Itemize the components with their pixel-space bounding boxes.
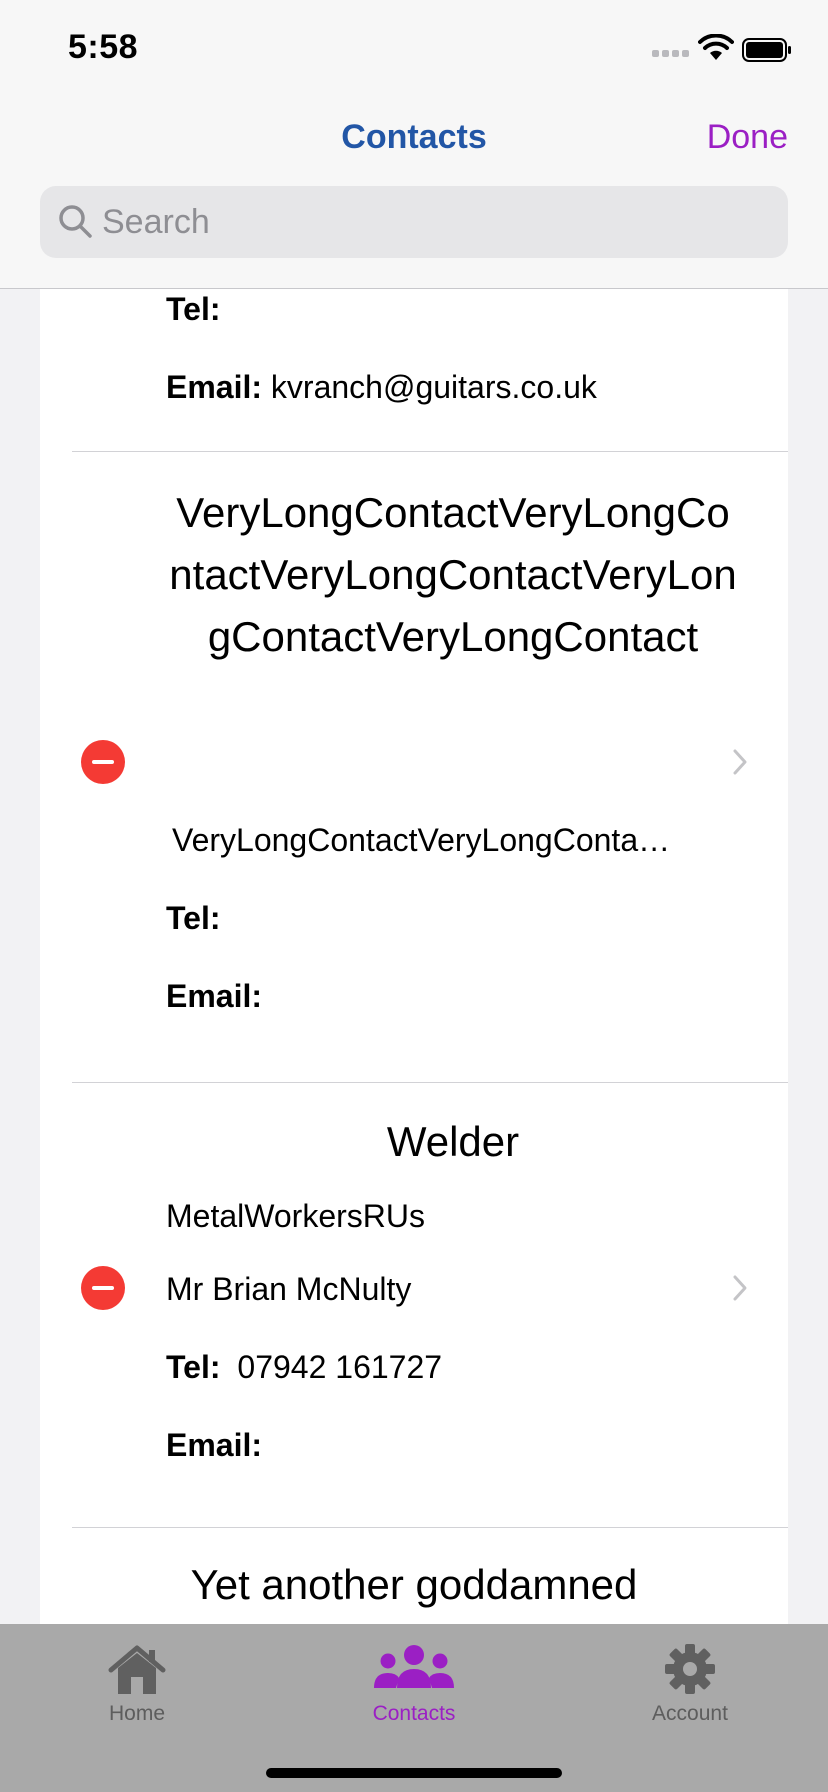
contact-row[interactable]: Yet another goddamned [40, 1528, 788, 1624]
navigation-bar: Contacts Done [0, 100, 828, 289]
tab-bar: Home Contacts Account [0, 1624, 828, 1792]
contact-email: Email: [166, 1427, 262, 1464]
contact-list-card: Tel: Email: kvranch@guitars.co.uk VeryLo… [40, 289, 788, 1624]
email-label: Email: [166, 369, 263, 405]
cellular-signal-icon [652, 50, 692, 60]
chevron-right-icon[interactable] [730, 1273, 750, 1303]
page-title: Contacts [341, 118, 487, 156]
delete-button[interactable] [81, 740, 125, 784]
contact-email: Email: [166, 978, 262, 1015]
contact-list[interactable]: Tel: Email: kvranch@guitars.co.uk VeryLo… [0, 289, 828, 1624]
contact-row[interactable]: Tel: Email: kvranch@guitars.co.uk [40, 289, 788, 452]
search-input[interactable] [102, 186, 762, 258]
tab-home-label: Home [108, 1702, 166, 1725]
contact-email: Email: kvranch@guitars.co.uk [166, 369, 597, 406]
contact-name: Welder [386, 1118, 520, 1165]
status-bar: 5:58 [0, 0, 828, 100]
tab-home[interactable]: Home [37, 1634, 237, 1744]
tel-label: Tel: [166, 900, 221, 936]
tel-label: Tel: [166, 1349, 221, 1385]
tab-account-label: Account [652, 1702, 728, 1725]
wifi-icon [698, 34, 734, 60]
tel-label: Tel: [166, 291, 221, 327]
done-button[interactable]: Done [707, 118, 788, 157]
tel-value: 07942 161727 [237, 1349, 443, 1385]
contact-person: Mr Brian McNulty [166, 1271, 412, 1307]
tab-contacts[interactable]: Contacts [314, 1634, 514, 1744]
contact-person: VeryLongContactVeryLongConta… [172, 822, 671, 858]
contact-tel: Tel: 07942 161727 [166, 1349, 442, 1386]
status-time: 5:58 [68, 28, 139, 66]
email-value: kvranch@guitars.co.uk [270, 369, 597, 405]
contact-name: Yet another goddamned [190, 1561, 638, 1608]
delete-button[interactable] [81, 1266, 125, 1310]
gear-icon [665, 1644, 715, 1694]
search-icon [59, 205, 92, 238]
tab-contacts-label: Contacts [372, 1702, 456, 1725]
tab-account[interactable]: Account [590, 1634, 790, 1744]
contact-name: VeryLongContactVeryLongContactVeryLongCo… [169, 489, 737, 660]
home-indicator [266, 1768, 562, 1778]
email-label: Email: [166, 978, 263, 1014]
chevron-right-icon[interactable] [730, 747, 750, 777]
battery-icon [742, 38, 791, 62]
contact-tel: Tel: [166, 900, 221, 937]
contact-row[interactable]: VeryLongContactVeryLongContactVeryLongCo… [40, 452, 788, 1082]
search-bar[interactable] [40, 186, 788, 258]
contact-row[interactable]: Welder MetalWorkersRUs Mr Brian McNulty … [40, 1083, 788, 1527]
contact-company: MetalWorkersRUs [166, 1198, 425, 1234]
house-icon [108, 1645, 166, 1694]
contact-tel: Tel: [166, 291, 221, 328]
people-icon [374, 1645, 454, 1688]
email-label: Email: [166, 1427, 263, 1463]
